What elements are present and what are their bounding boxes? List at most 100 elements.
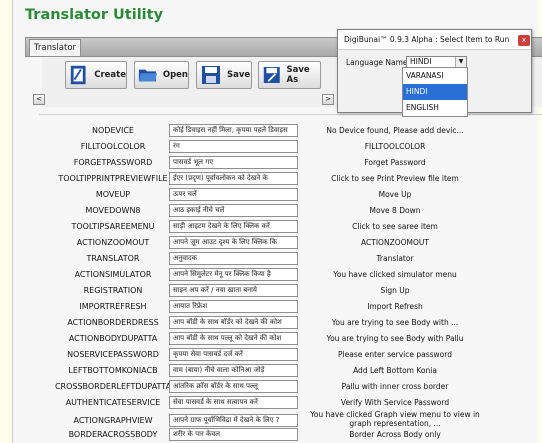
hindi-field[interactable]: कोई डिवाइस नहीं मिला, कृपया पहले डिवाइस <box>169 124 298 137</box>
translation-row: TRANSLATOR अनुवादक Translator <box>13 251 540 267</box>
translation-row: FILLTOOLCOLOR रंग FILLTOOLCOLOR <box>13 139 540 155</box>
row-key: MOVEUP <box>95 190 131 199</box>
hindi-field[interactable]: आंतरिक क्रॉस बॉर्डर के साथ पल्लू <box>169 380 298 393</box>
save-as-label: Save As <box>286 65 310 85</box>
hindi-field[interactable]: ईएर (प्रदृण) पूर्वावलोकन को देखने के <box>169 172 298 185</box>
english-text: Translator <box>376 254 414 263</box>
close-icon[interactable]: x <box>518 35 530 46</box>
new-file-icon <box>70 65 86 85</box>
translation-row: ACTIONBORDERDRESS आप बॉडी के साथ बॉर्डर … <box>13 315 540 331</box>
save-label: Save <box>227 70 251 80</box>
translation-row: ACTIONBODYDUPATTA आप बॉडी के साथ पल्लू क… <box>13 331 540 347</box>
scroll-left-button[interactable]: < <box>33 94 45 105</box>
translation-row: TOOLTIPPRINTPREVIEWFILE ईएर (प्रदृण) पूर… <box>13 171 540 187</box>
hindi-field[interactable]: रंग <box>169 140 298 153</box>
row-key: LEFTBOTTOMKONIACB <box>68 366 158 375</box>
hindi-field[interactable]: आप बॉडी के साथ बॉर्डर को देखने की कोश <box>169 316 298 329</box>
translation-row: MOVEUP ऊपर चलें Move Up <box>13 187 540 203</box>
hindi-field[interactable]: साइन अप करें / नया खाता बनाये <box>169 284 298 297</box>
hindi-field[interactable]: आयात रिफ्रेश <box>169 300 298 313</box>
dialog-title: DigiBunai™ 0.9.3 Alpha : Select Item to … <box>338 30 531 50</box>
create-label: Create <box>94 70 126 80</box>
english-text: You are trying to see Body with ... <box>331 318 459 327</box>
row-key: NOSERVICEPASSWORD <box>67 350 159 359</box>
create-button[interactable]: Create <box>65 61 127 89</box>
translation-row: NODEVICE कोई डिवाइस नहीं मिला, कृपया पहल… <box>13 123 540 139</box>
english-text: Move 8 Down <box>369 206 421 215</box>
english-text: Please enter service password <box>338 350 452 359</box>
translation-row: IMPORTREFRESH आयात रिफ्रेश Import Refres… <box>13 299 540 315</box>
app-title: Translator Utility <box>25 7 164 23</box>
english-text: Click to see saree item <box>352 222 438 231</box>
save-as-icon <box>263 67 280 83</box>
hindi-field[interactable]: साड़ी आइटम देखने के लिए क्लिक करें <box>169 220 298 233</box>
language-option-english[interactable]: ENGLISH <box>403 100 467 116</box>
english-text: You are trying to see Body with Pallu <box>326 334 464 343</box>
hindi-field[interactable]: ऊपर चलें <box>169 188 298 201</box>
row-key: ACTIONBORDERDRESS <box>67 318 159 327</box>
translation-row: ACTIONSIMULATOR आपने सिमुलेटर मेनू पर क्… <box>13 267 540 283</box>
english-text: FILLTOOLCOLOR <box>364 142 426 151</box>
translation-row: REGISTRATION साइन अप करें / नया खाता बना… <box>13 283 540 299</box>
hindi-field[interactable]: अनुवादक <box>169 252 298 265</box>
row-key: REGISTRATION <box>83 286 143 295</box>
translation-row: TOOLTIPSAREEMENU साड़ी आइटम देखने के लिए… <box>13 219 540 235</box>
hindi-field[interactable]: शरीर के पार केवल <box>169 428 298 441</box>
hindi-field[interactable]: वाम (बाया) नीचे वाला कोनिआ जोड़ें <box>169 364 298 377</box>
hindi-field[interactable]: कृपया सेवा पासवर्ड दर्ज करें <box>169 348 298 361</box>
row-key: ACTIONSIMULATOR <box>74 270 152 279</box>
row-key: MOVEDOWN8 <box>85 206 141 215</box>
translation-row: NOSERVICEPASSWORD कृपया सेवा पासवर्ड दर्… <box>13 347 540 363</box>
translation-row: FORGETPASSWORD पासवर्ड भूल गए Forget Pas… <box>13 155 540 171</box>
language-option-varanasi[interactable]: VARANASI <box>403 68 467 84</box>
selected-language: HINDI <box>410 57 432 66</box>
hindi-field[interactable]: आपने सिमुलेटर मेनू पर क्लिक किया है <box>169 268 298 281</box>
english-text: You have clicked simulator menu <box>333 270 457 279</box>
hindi-field[interactable]: आठ इकाई नीचे चलें <box>169 204 298 217</box>
translation-row: AUTHENTICATESERVICE सेवा पासवर्ड के साथ … <box>13 395 540 411</box>
english-text: Import Refresh <box>367 302 423 311</box>
hindi-field[interactable]: आप बॉडी के साथ पल्लू को देखने की कोश <box>169 332 298 345</box>
floppy-disk-icon <box>202 66 220 84</box>
row-key: FORGETPASSWORD <box>73 158 153 167</box>
scroll-right-button[interactable]: > <box>322 94 334 105</box>
english-text: Move Up <box>378 190 412 199</box>
hindi-field[interactable]: आपने ग्राफ पूर्वाभिविद्रा में देखने के ल… <box>169 414 298 427</box>
row-key: CROSSBORDERLEFTDUPATTA <box>54 382 172 391</box>
language-name-label: Language Name <box>346 58 408 67</box>
save-as-button[interactable]: Save As <box>258 61 321 89</box>
language-option-hindi[interactable]: HINDI <box>403 84 467 100</box>
english-text: Add Left Bottom Konia <box>353 366 437 375</box>
english-text: Sign Up <box>380 286 410 295</box>
english-text: Verify With Service Password <box>340 398 450 407</box>
english-text: You have clicked Graph view menu to view… <box>310 410 480 428</box>
translation-row: BORDERACROSSBODY शरीर के पार केवल Border… <box>13 427 540 443</box>
row-key: ACTIONGRAPHVIEW <box>73 416 153 425</box>
row-key: IMPORTREFRESH <box>79 302 147 311</box>
english-text: Border Across Body only <box>349 430 441 439</box>
english-text: ACTIONZOOMOUT <box>361 238 429 247</box>
hindi-field[interactable]: आपने ज़ूम आउट दृश्य के लिए क्लिक कि <box>169 236 298 249</box>
row-key: NODEVICE <box>92 126 134 135</box>
open-button[interactable]: Open <box>134 61 189 89</box>
english-text: Click to see Print Preview file item <box>331 174 459 183</box>
row-key: TRANSLATOR <box>86 254 140 263</box>
english-text: Forget Password <box>364 158 426 167</box>
translation-row: LEFTBOTTOMKONIACB वाम (बाया) नीचे वाला क… <box>13 363 540 379</box>
tab-translator[interactable]: Translator <box>29 39 81 56</box>
english-text: Pallu with inner cross border <box>341 382 449 391</box>
chevron-down-icon[interactable]: ▼ <box>455 57 466 67</box>
save-button[interactable]: Save <box>196 61 252 89</box>
folder-icon <box>138 69 157 82</box>
hindi-field[interactable]: पासवर्ड भूल गए <box>169 156 298 169</box>
translation-row: CROSSBORDERLEFTDUPATTA आंतरिक क्रॉस बॉर्… <box>13 379 540 395</box>
hindi-field[interactable]: सेवा पासवर्ड के साथ सत्यापन करें <box>169 396 298 409</box>
row-key: ACTIONZOOMOUT <box>76 238 150 247</box>
open-label: Open <box>162 70 188 80</box>
row-key: FILLTOOLCOLOR <box>80 142 146 151</box>
translation-row: MOVEDOWN8 आठ इकाई नीचे चलें Move 8 Down <box>13 203 540 219</box>
row-key: TOOLTIPSAREEMENU <box>71 222 155 231</box>
english-text: No Device found, Please add devic... <box>326 126 464 135</box>
language-dropdown-list: VARANASI HINDI ENGLISH <box>402 67 468 117</box>
row-key: ACTIONBODYDUPATTA <box>68 334 158 343</box>
